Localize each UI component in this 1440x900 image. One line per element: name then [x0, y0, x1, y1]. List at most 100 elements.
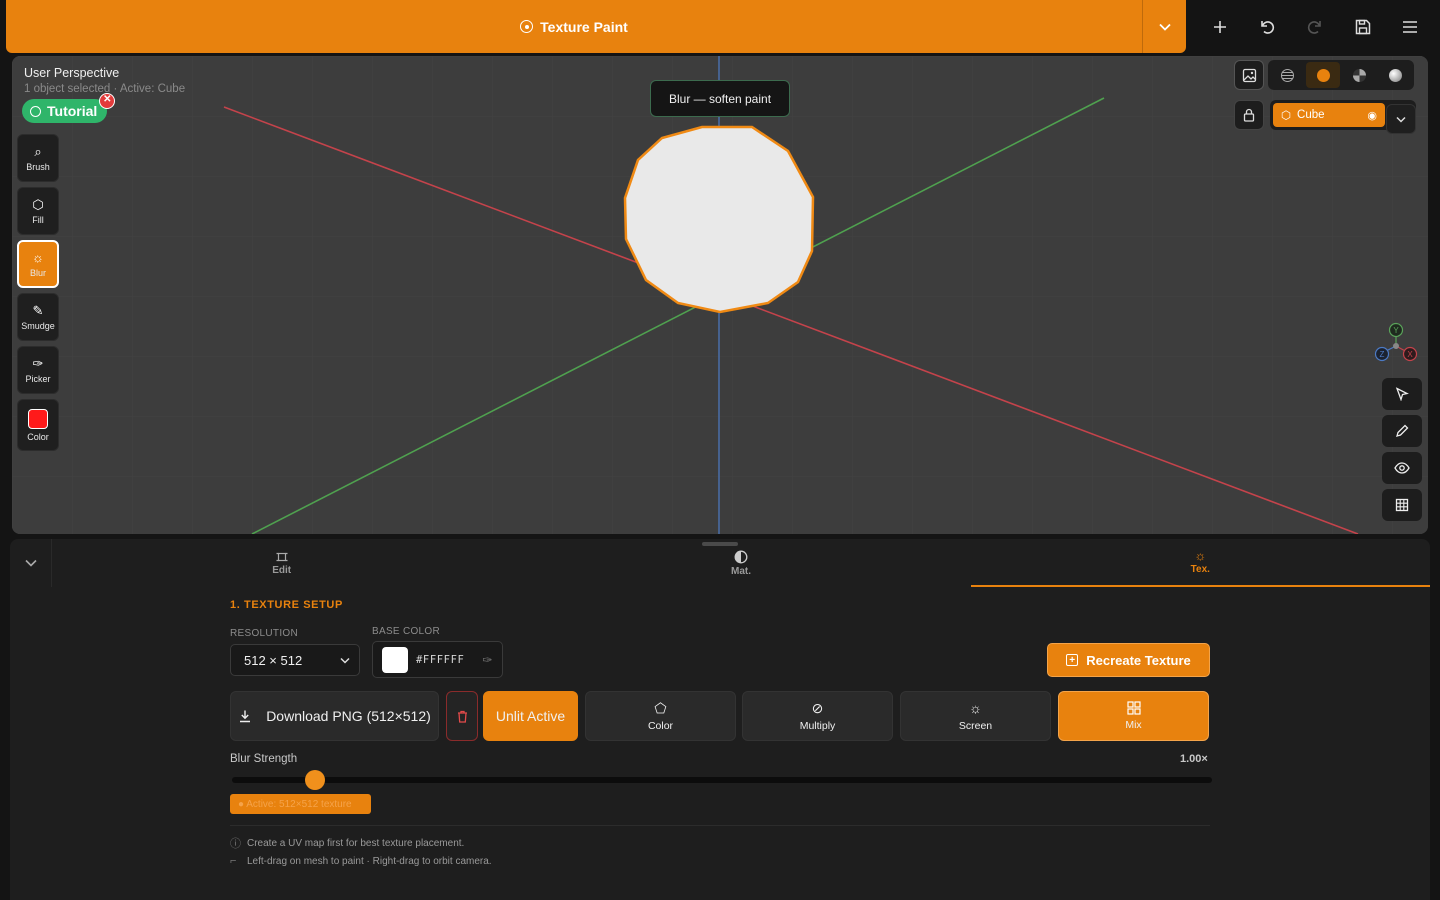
info-icon: ⓘ: [230, 838, 241, 850]
hint-text: Create a UV map first for best texture p…: [247, 837, 465, 849]
tool-blur[interactable]: ☼ Blur: [17, 240, 59, 288]
blend-multiply-button[interactable]: ⊘ Multiply: [742, 691, 893, 741]
tutorial-label: Tutorial: [47, 103, 98, 119]
tool-label: Picker: [25, 373, 51, 384]
screen-sun-icon: ☼: [969, 699, 982, 716]
grid-icon: [1395, 498, 1409, 512]
rendered-icon: [1388, 68, 1402, 82]
add-button[interactable]: [1205, 12, 1235, 42]
blend-label: Color: [647, 719, 674, 732]
blur-strength-label: Blur Strength: [230, 753, 298, 765]
download-icon: [240, 710, 251, 723]
tool-label: Blur: [29, 267, 46, 278]
smudge-icon: ✎: [32, 302, 44, 318]
axis-gizmo[interactable]: Y Z X: [1372, 320, 1422, 366]
viewport-scene[interactable]: [12, 56, 1428, 534]
grid-toggle-button[interactable]: [1382, 489, 1422, 521]
tab-edit[interactable]: Edit: [52, 539, 511, 587]
add-square-icon: +: [1066, 654, 1079, 666]
eyedropper-icon: ✑: [32, 355, 44, 371]
draw-tool-button[interactable]: [1382, 415, 1422, 447]
download-png-button[interactable]: Download PNG (512×512): [230, 691, 439, 741]
tool-label: Fill: [32, 214, 44, 225]
blur-icon: ☼: [32, 249, 44, 265]
gizmo-y-label: Y: [1393, 326, 1399, 335]
eyedropper-icon[interactable]: ✑: [482, 653, 493, 667]
chevron-down-icon: [1396, 116, 1406, 123]
menu-button[interactable]: [1395, 12, 1425, 42]
3d-viewport[interactable]: User Perspective 1 object selected · Act…: [12, 56, 1428, 534]
active-texture-badge: ● Active: 512×512 texture: [230, 794, 371, 814]
tool-brush[interactable]: ⌕ Brush: [17, 134, 59, 182]
base-color-swatch[interactable]: [382, 646, 408, 673]
tool-picker[interactable]: ✑ Picker: [17, 346, 59, 394]
tab-label: Mat.: [730, 565, 751, 577]
tab-texture[interactable]: ☼ Tex.: [970, 539, 1430, 587]
tool-fill[interactable]: ⬡ Fill: [17, 187, 59, 235]
chevron-down-icon: [24, 559, 37, 567]
gizmo-x-label: X: [1407, 350, 1413, 359]
recreate-label: Recreate Texture: [1086, 652, 1191, 668]
shading-solid[interactable]: [1306, 62, 1340, 88]
base-color-value: #FFFFFF: [416, 653, 465, 666]
info-icon: [30, 105, 41, 117]
tag-icon: ⬠: [654, 699, 667, 716]
slider-thumb[interactable]: [305, 770, 326, 790]
visibility-button[interactable]: [1382, 452, 1422, 484]
solid-icon: [1316, 68, 1330, 82]
background-image-button[interactable]: [1234, 60, 1264, 90]
unlit-toggle-button[interactable]: Unlit Active: [483, 691, 578, 741]
shading-mode-group: [1268, 60, 1414, 90]
base-color-field[interactable]: #FFFFFF ✑: [372, 641, 503, 678]
cube-mesh[interactable]: [623, 125, 815, 314]
brush-icon: ⌕: [34, 143, 42, 159]
hint-text: Left-drag on mesh to paint · Right-drag …: [247, 855, 492, 867]
blend-label: Screen: [958, 719, 993, 732]
object-dropdown-button[interactable]: [1386, 104, 1416, 134]
resolution-label: RESOLUTION: [230, 628, 299, 639]
blend-color-button[interactable]: ⬠ Color: [585, 691, 736, 741]
download-label: Download PNG (512×512): [266, 708, 431, 724]
object-selector: ⬡ Cube ◉: [1270, 100, 1416, 134]
tool-smudge[interactable]: ✎ Smudge: [17, 293, 59, 341]
wireframe-icon: [1280, 68, 1294, 82]
plus-icon: [1213, 21, 1226, 33]
texture-sun-icon: ☼: [1194, 548, 1207, 563]
mode-title[interactable]: Texture Paint: [6, 19, 1142, 35]
tab-label: Edit: [272, 564, 292, 576]
view-tools: [1382, 378, 1422, 526]
object-name: Cube: [1297, 109, 1325, 121]
lock-icon: [1243, 108, 1255, 122]
blend-screen-button[interactable]: ☼ Screen: [900, 691, 1051, 741]
hint-uv: ⓘ Create a UV map first for best texture…: [230, 835, 464, 851]
tab-material[interactable]: Mat.: [511, 539, 970, 587]
blend-label: Mix: [1125, 719, 1142, 731]
redo-button[interactable]: [1300, 12, 1330, 42]
resolution-select[interactable]: 512 × 512: [230, 644, 360, 676]
save-button[interactable]: [1348, 12, 1378, 42]
blend-mix-button[interactable]: Mix: [1058, 691, 1209, 741]
select-tool-button[interactable]: [1382, 378, 1422, 410]
blur-strength-slider[interactable]: [232, 770, 1212, 790]
lock-button[interactable]: [1234, 100, 1264, 130]
blend-label: Multiply: [799, 719, 836, 732]
material-icon: [1352, 68, 1366, 82]
undo-button[interactable]: [1252, 12, 1282, 42]
collapse-panel-button[interactable]: [10, 539, 52, 587]
save-icon: [1355, 19, 1370, 35]
shading-wireframe[interactable]: [1270, 62, 1304, 88]
eye-icon[interactable]: ◉: [1367, 109, 1377, 122]
blur-strength-value: 1.00×: [1180, 753, 1208, 765]
active-object-pill[interactable]: ⬡ Cube ◉: [1273, 103, 1385, 127]
shading-material[interactable]: [1342, 62, 1376, 88]
base-color-label: BASE COLOR: [372, 626, 441, 637]
target-icon: [520, 20, 534, 33]
tool-color[interactable]: Color: [17, 399, 59, 451]
delete-texture-button[interactable]: [446, 691, 478, 741]
cursor-icon: [1395, 387, 1409, 401]
shading-rendered[interactable]: [1378, 62, 1412, 88]
mode-dropdown-button[interactable]: [1142, 0, 1186, 53]
tutorial-button[interactable]: Tutorial ✕: [22, 93, 116, 123]
recreate-texture-button[interactable]: + Recreate Texture: [1047, 643, 1210, 677]
viewport-title: User Perspective: [24, 66, 120, 80]
